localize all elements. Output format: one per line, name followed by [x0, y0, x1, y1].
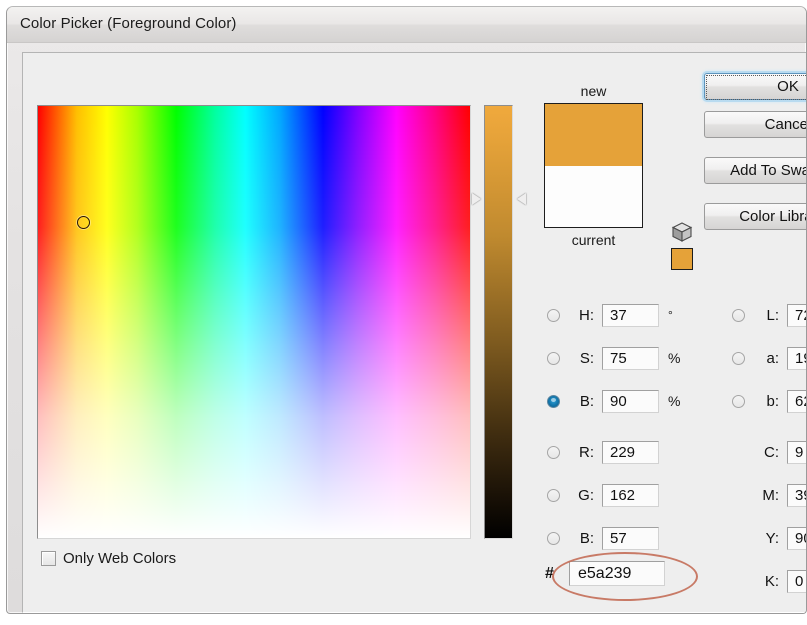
input-cmyk-c[interactable]: [787, 440, 806, 464]
only-web-colors-checkbox[interactable]: Only Web Colors: [41, 550, 176, 567]
input-b-brightness[interactable]: [602, 389, 659, 413]
preview-new-swatch[interactable]: [545, 104, 642, 166]
field-row-b-brightness[interactable]: B: %: [547, 389, 680, 413]
field-row-cmyk-k[interactable]: K:: [732, 569, 806, 593]
preview-current-label: current: [571, 232, 616, 248]
label-cmyk-m: M:: [762, 486, 779, 504]
label-cmyk-k: K:: [764, 572, 779, 590]
color-field-gradient[interactable]: [38, 106, 470, 538]
field-row-g[interactable]: G:: [547, 483, 659, 507]
label-h: H:: [579, 306, 594, 324]
label-cmyk-c: C:: [764, 443, 779, 461]
hex-input[interactable]: [569, 561, 665, 586]
label-s: S:: [579, 349, 594, 367]
color-field-cursor[interactable]: [77, 216, 90, 229]
input-b-blue[interactable]: [602, 526, 659, 550]
label-lab-a: a:: [766, 349, 779, 367]
radio-lab-l[interactable]: [732, 308, 745, 322]
color-libraries-button[interactable]: Color Libraries: [704, 203, 806, 230]
field-row-h[interactable]: H: °: [547, 303, 673, 327]
slider-arrow-left-icon[interactable]: [472, 193, 481, 205]
only-web-colors-label: Only Web Colors: [63, 550, 177, 567]
web-safe-swatch[interactable]: [671, 248, 693, 270]
unit-b-brightness: %: [668, 393, 681, 409]
field-row-cmyk-y[interactable]: Y:: [732, 526, 806, 550]
color-preview: new current: [544, 83, 643, 248]
input-lab-l[interactable]: [787, 303, 806, 327]
web-gamut-warning[interactable]: [671, 221, 699, 270]
title-bar[interactable]: Color Picker (Foreground Color): [7, 7, 806, 43]
radio-s[interactable]: [547, 351, 560, 365]
cube-icon[interactable]: [671, 221, 693, 243]
input-g[interactable]: [602, 483, 659, 507]
label-b-brightness: B:: [579, 392, 594, 410]
label-lab-b: b:: [766, 392, 779, 410]
color-field[interactable]: [37, 105, 471, 539]
field-row-lab-l[interactable]: L:: [732, 303, 806, 327]
slider-arrow-right-icon[interactable]: [517, 193, 526, 205]
field-row-lab-b[interactable]: b:: [732, 389, 806, 413]
hex-hash-label: #: [545, 564, 554, 582]
window-title: Color Picker (Foreground Color): [20, 15, 237, 32]
radio-r[interactable]: [547, 445, 560, 459]
cancel-button[interactable]: Cancel: [704, 111, 806, 138]
input-cmyk-m[interactable]: [787, 483, 806, 507]
field-row-s[interactable]: S: %: [547, 346, 680, 370]
unit-s: %: [668, 350, 681, 366]
ok-button[interactable]: OK: [704, 73, 806, 100]
input-lab-b[interactable]: [787, 389, 806, 413]
color-picker-dialog: Color Picker (Foreground Color) Only Web…: [6, 6, 807, 614]
unit-h: °: [668, 308, 673, 322]
input-r[interactable]: [602, 440, 659, 464]
hex-field-row[interactable]: #: [545, 561, 665, 586]
field-row-cmyk-c[interactable]: C:: [732, 440, 806, 464]
radio-h[interactable]: [547, 308, 560, 322]
radio-b-brightness[interactable]: [547, 394, 560, 408]
brightness-slider[interactable]: [484, 105, 513, 539]
preview-new-label: new: [580, 83, 607, 99]
brightness-slider-ramp[interactable]: [485, 106, 512, 538]
input-cmyk-k[interactable]: [787, 569, 806, 593]
input-s[interactable]: [602, 346, 659, 370]
preview-swatches[interactable]: [544, 103, 643, 228]
field-row-r[interactable]: R:: [547, 440, 659, 464]
preview-current-swatch[interactable]: [545, 165, 642, 227]
label-r: R:: [579, 443, 594, 461]
dialog-content-panel: Only Web Colors new current OK Cancel Ad…: [22, 52, 806, 613]
field-row-b-blue[interactable]: B:: [547, 526, 659, 550]
field-row-lab-a[interactable]: a:: [732, 346, 806, 370]
label-lab-l: L:: [766, 306, 779, 324]
label-cmyk-y: Y:: [765, 529, 779, 547]
label-g: G:: [578, 486, 594, 504]
add-to-swatches-button[interactable]: Add To Swatches: [704, 157, 806, 184]
radio-g[interactable]: [547, 488, 560, 502]
input-cmyk-y[interactable]: [787, 526, 806, 550]
field-row-cmyk-m[interactable]: M:: [732, 483, 806, 507]
input-h[interactable]: [602, 303, 659, 327]
only-web-colors-box[interactable]: [41, 551, 56, 566]
radio-lab-b[interactable]: [732, 394, 745, 408]
radio-lab-a[interactable]: [732, 351, 745, 365]
input-lab-a[interactable]: [787, 346, 806, 370]
radio-b-blue[interactable]: [547, 531, 560, 545]
label-b-blue: B:: [579, 529, 594, 547]
